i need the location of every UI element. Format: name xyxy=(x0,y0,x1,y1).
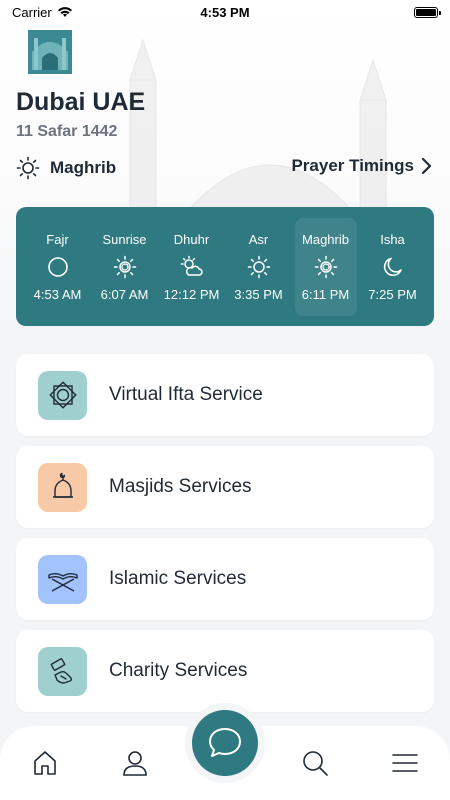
chat-button[interactable] xyxy=(192,710,258,776)
prayer-time: 6:11 PM xyxy=(301,286,350,302)
search-icon xyxy=(303,751,328,776)
nav-profile[interactable] xyxy=(120,748,150,778)
prayer-time: 6:07 AM xyxy=(100,286,149,302)
prayer-dhuhr[interactable]: Dhuhr 12:12 PM xyxy=(161,218,223,316)
sunset-icon xyxy=(314,255,337,278)
prayer-maghrib[interactable]: Maghrib 6:11 PM xyxy=(294,217,357,316)
nav-menu[interactable] xyxy=(390,748,420,778)
mosque-dome-icon xyxy=(38,462,87,512)
status-bar: Carrier 4:53 PM xyxy=(0,0,450,24)
prayer-times-card: Fajr 4:53 AM Sunrise 6:07 AM Dhuhr 12:12… xyxy=(16,207,434,326)
profile-icon xyxy=(123,751,147,776)
battery-icon xyxy=(414,6,441,18)
charity-hand-icon xyxy=(38,646,87,696)
service-title: Masjids Services xyxy=(109,476,252,497)
sunset-icon xyxy=(16,156,40,180)
star-octagon-icon xyxy=(38,370,87,420)
sun-cloud-icon xyxy=(180,255,203,276)
prayer-sunrise[interactable]: Sunrise 6:07 AM xyxy=(94,218,156,316)
service-title: Virtual Ifta Service xyxy=(109,384,263,405)
sunrise-icon xyxy=(113,255,136,278)
home-icon xyxy=(34,751,56,775)
prayer-name: Sunrise xyxy=(102,231,147,247)
prayer-name: Isha xyxy=(380,231,405,247)
prayer-name: Dhuhr xyxy=(173,231,210,247)
moon-circle-icon xyxy=(47,256,68,277)
prayer-fajr[interactable]: Fajr 4:53 AM xyxy=(27,218,89,316)
prayer-name: Fajr xyxy=(46,231,69,247)
prayer-timings-label: Prayer Timings xyxy=(291,156,414,175)
current-prayer-label: Maghrib xyxy=(50,158,117,177)
prayer-time: 7:25 PM xyxy=(368,286,417,302)
current-prayer: Maghrib xyxy=(16,156,116,180)
prayer-name: Maghrib xyxy=(302,231,349,247)
prayer-isha[interactable]: Isha 7:25 PM xyxy=(362,218,424,316)
status-left: Carrier xyxy=(12,5,73,20)
service-title: Islamic Services xyxy=(109,568,247,589)
prayer-time: 4:53 AM xyxy=(33,286,82,302)
service-masjids[interactable]: Masjids Services xyxy=(16,446,434,528)
nav-search[interactable] xyxy=(300,748,330,778)
prayer-time: 12:12 PM xyxy=(163,286,220,302)
crescent-moon-icon xyxy=(383,257,402,276)
service-charity[interactable]: Charity Services xyxy=(16,630,434,712)
quran-stand-icon xyxy=(38,554,87,604)
menu-icon xyxy=(392,754,418,772)
prayer-asr[interactable]: Asr 3:35 PM xyxy=(228,218,290,316)
hijri-date: 11 Safar 1442 xyxy=(16,123,118,140)
city-title: Dubai UAE xyxy=(16,88,146,116)
prayer-time: 3:35 PM xyxy=(234,286,283,302)
chat-icon xyxy=(209,728,241,757)
prayer-timings-link[interactable]: Prayer Timings xyxy=(291,156,432,176)
service-title: Charity Services xyxy=(109,660,248,681)
prayer-name: Asr xyxy=(248,231,269,247)
service-islamic[interactable]: Islamic Services xyxy=(16,538,434,620)
service-virtual-ifta[interactable]: Virtual Ifta Service xyxy=(16,354,434,436)
sun-icon xyxy=(247,255,270,278)
chevron-right-icon xyxy=(421,157,432,175)
app-logo-icon xyxy=(28,30,72,74)
carrier-label: Carrier xyxy=(12,4,52,20)
nav-home[interactable] xyxy=(30,748,60,778)
wifi-icon xyxy=(57,7,72,17)
